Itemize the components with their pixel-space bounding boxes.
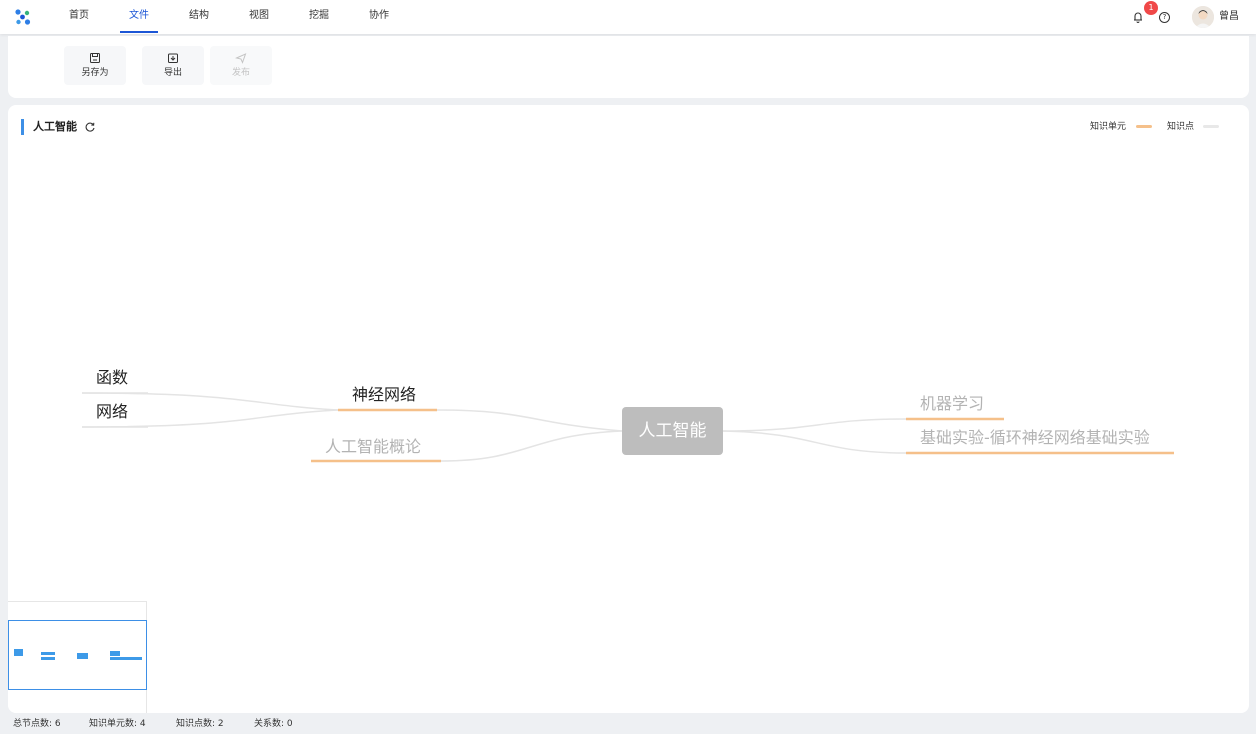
export-label: 导出: [163, 68, 182, 78]
avatar[interactable]: [1192, 6, 1214, 28]
nav-mining[interactable]: 挖掘: [309, 0, 329, 34]
nav-view[interactable]: 视图: [249, 0, 269, 34]
edge-root-left2: [440, 430, 623, 462]
minimap-block: [14, 649, 23, 656]
nav-collaboration[interactable]: 协作: [369, 0, 389, 34]
active-tab-indicator: [120, 31, 158, 33]
node-neural-network[interactable]: 神经网络: [352, 385, 416, 404]
node-function[interactable]: 函数: [96, 368, 128, 387]
status-unit-count: 知识单元数: 4: [89, 719, 146, 729]
nav-structure[interactable]: 结构: [189, 0, 209, 34]
bell-icon[interactable]: [1133, 11, 1143, 23]
top-navigation-bar: 首页 文件 结构 视图 挖掘 协作 1 ? 曾昌: [0, 0, 1256, 34]
minimap-block: [110, 651, 120, 656]
node-ai-intro[interactable]: 人工智能概论: [325, 437, 421, 456]
save-as-button[interactable]: 另存为: [64, 46, 126, 85]
status-total-nodes: 总节点数: 6: [13, 719, 61, 729]
username[interactable]: 曾昌: [1219, 10, 1239, 24]
notification-badge: 1: [1144, 1, 1158, 15]
publish-button[interactable]: 发布: [210, 46, 272, 85]
status-relation-count: 关系数: 0: [254, 719, 293, 729]
minimap-block: [41, 657, 55, 660]
root-node-label: 人工智能: [639, 421, 707, 441]
node-rnn-experiment[interactable]: 基础实验-循环神经网络基础实验: [920, 428, 1150, 447]
node-network[interactable]: 网络: [96, 402, 128, 421]
nav-file[interactable]: 文件: [129, 0, 149, 34]
nav-home[interactable]: 首页: [69, 0, 89, 34]
app-logo-icon[interactable]: [14, 8, 32, 26]
save-as-icon: [90, 53, 100, 63]
minimap-block: [41, 652, 55, 655]
avatar-image: [1192, 6, 1214, 28]
edge-root-right2: [722, 430, 907, 454]
edge-root-right1: [722, 418, 907, 432]
export-icon: [168, 53, 178, 63]
publish-label: 发布: [231, 68, 250, 78]
node-machine-learning[interactable]: 机器学习: [920, 394, 984, 413]
save-as-label: 另存为: [81, 68, 109, 78]
help-icon[interactable]: ?: [1159, 12, 1170, 23]
export-button[interactable]: 导出: [142, 46, 204, 85]
mindmap-canvas[interactable]: 人工智能 神经网络 人工智能概论 函数 网络 机器学习 基础实验-循环神经网络基…: [8, 105, 1249, 713]
minimap[interactable]: [8, 601, 147, 713]
mindmap-panel: 人工智能 知识单元 知识点 人工智能 神经网络 人工智能概论 函数 网络 机器学…: [8, 105, 1249, 713]
minimap-block: [110, 657, 142, 660]
publish-icon: [235, 53, 247, 64]
file-toolbar: 另存为 导出 发布: [8, 36, 1249, 98]
status-bar: 总节点数: 6 知识单元数: 4 知识点数: 2 关系数: 0: [0, 714, 1256, 734]
minimap-block: [77, 653, 88, 659]
status-point-count: 知识点数: 2: [176, 719, 224, 729]
edge-root-left1: [436, 409, 623, 432]
